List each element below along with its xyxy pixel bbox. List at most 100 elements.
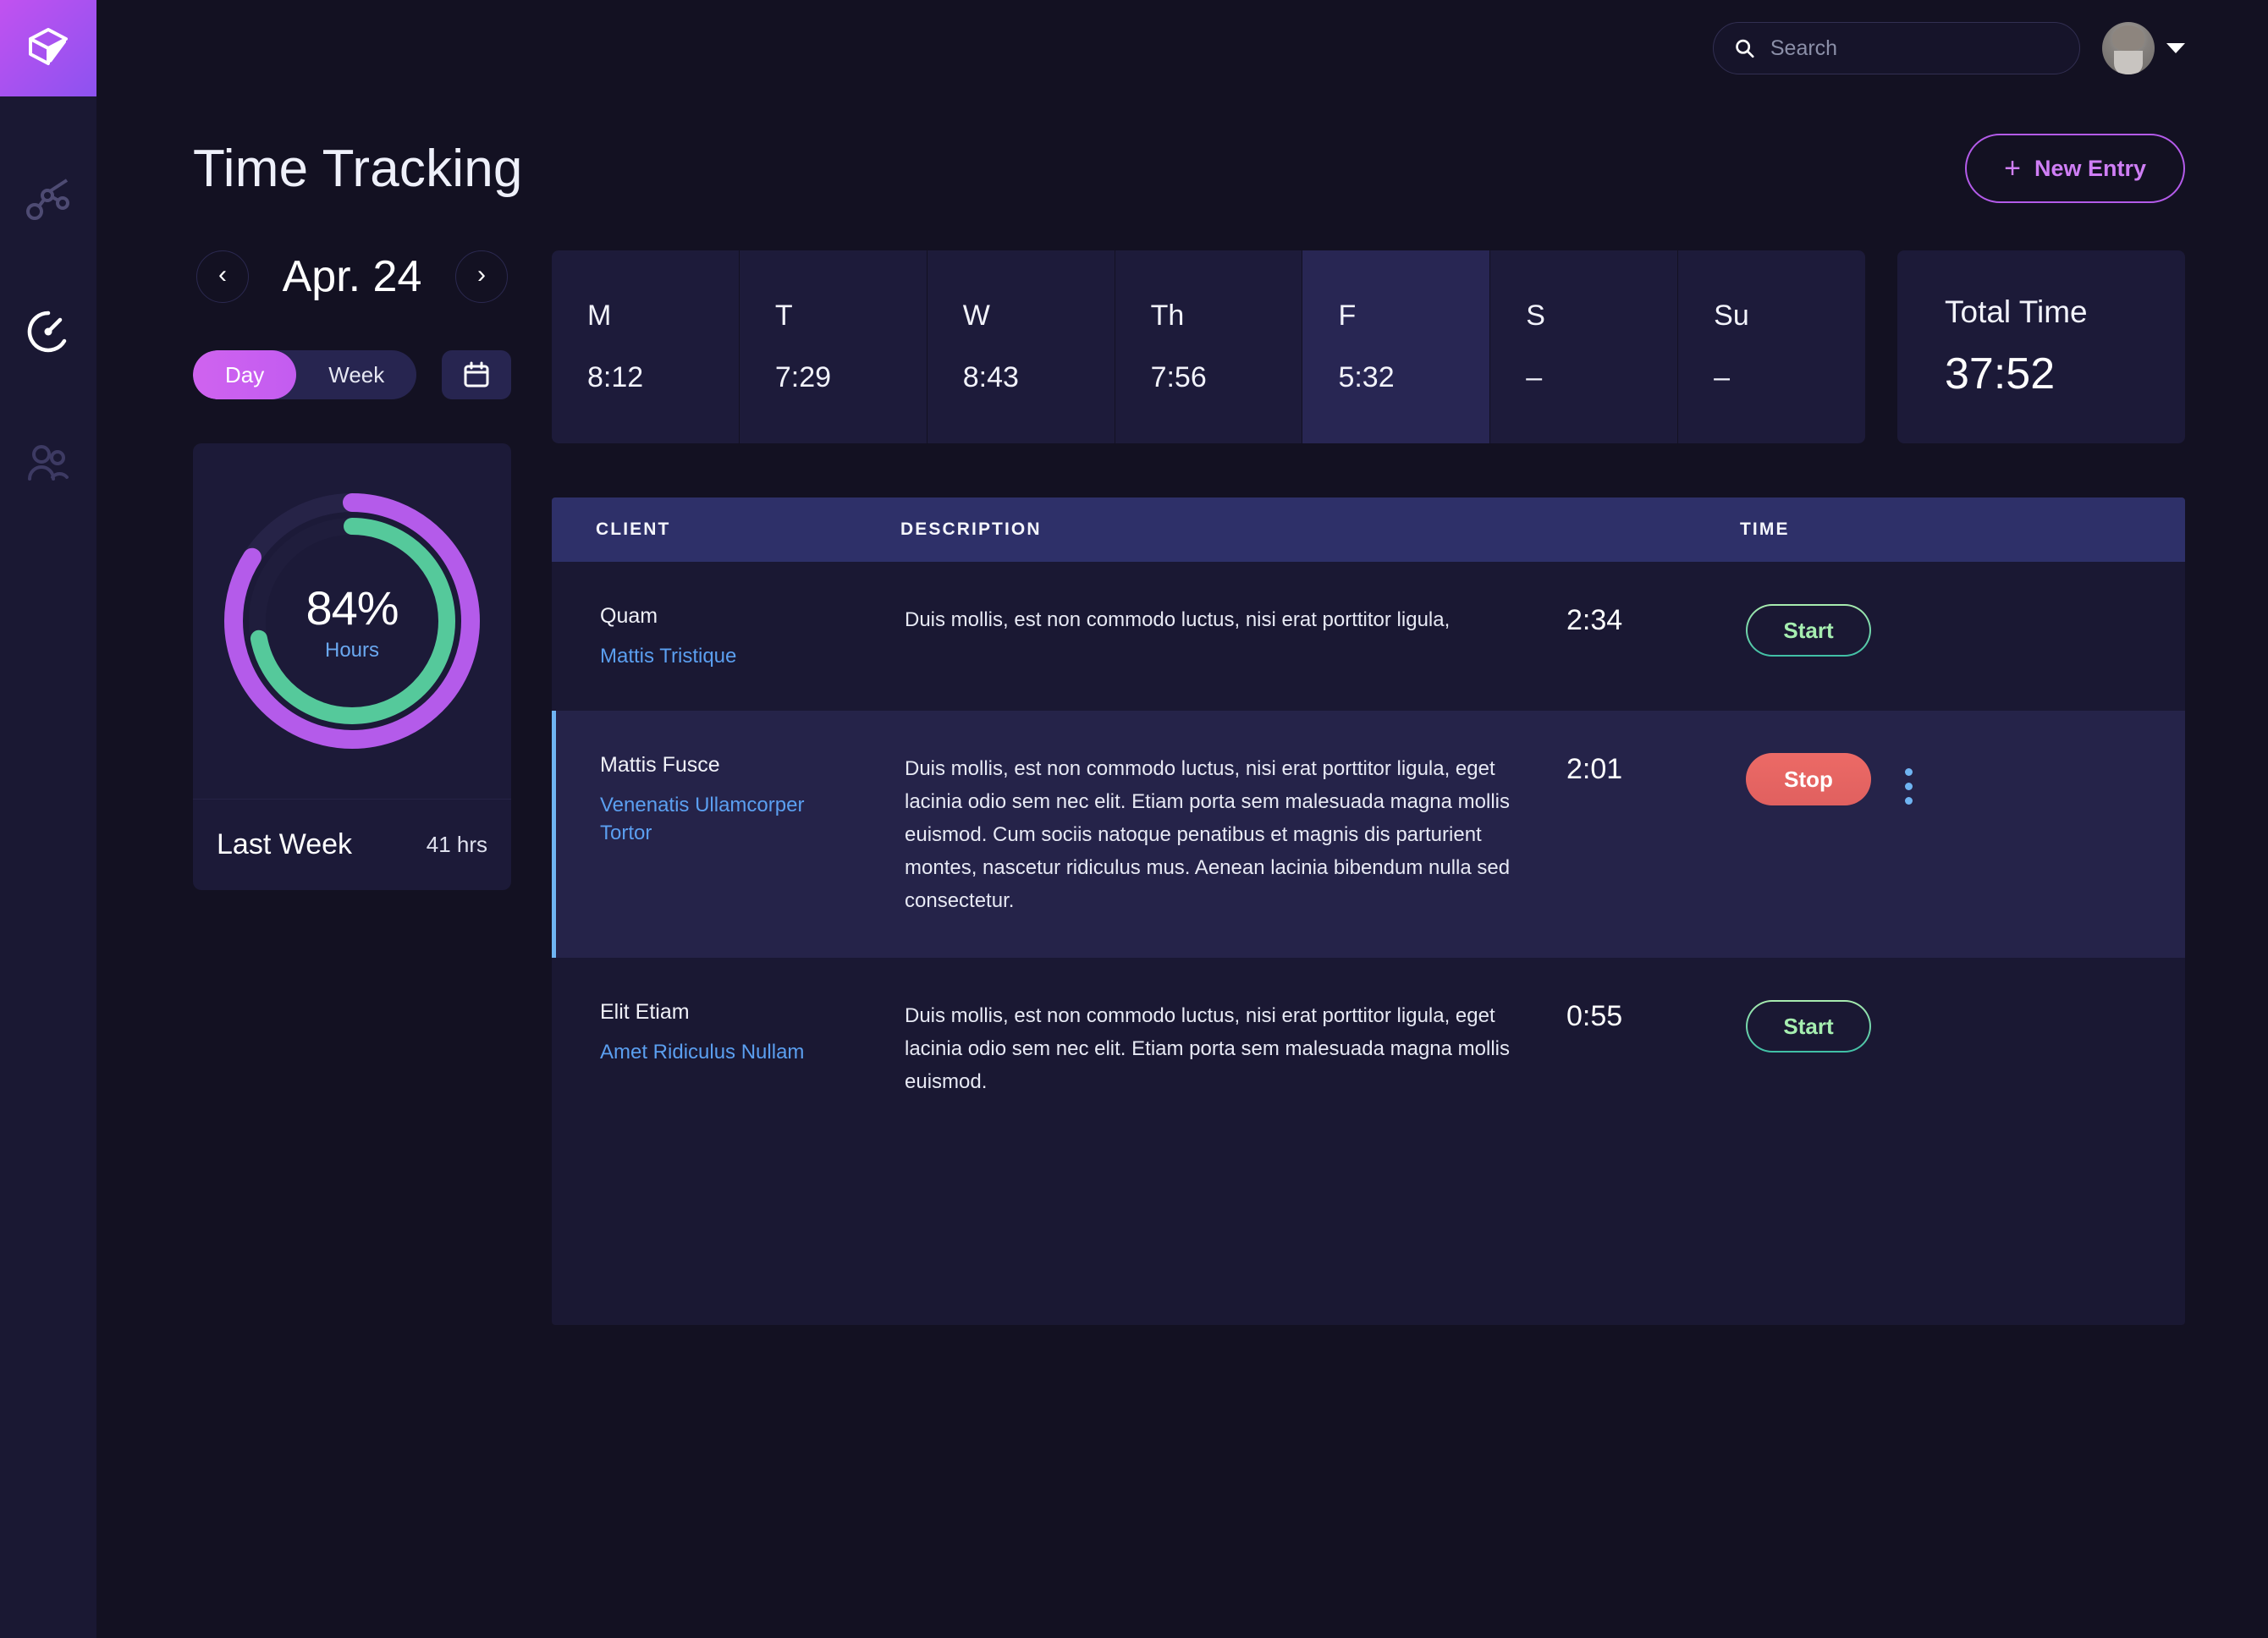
tab-day[interactable]: Day [193,350,297,399]
table-row[interactable]: Mattis Fusce Venenatis Ullamcorper Tortor… [552,711,2185,959]
weekday-cell[interactable]: F 5:32 [1302,250,1491,443]
new-entry-button[interactable]: + New Entry [1965,134,2185,203]
table-body: Quam Mattis Tristique Duis mollis, est non… [552,562,2185,1140]
cell-client: Quam Mattis Tristique [556,602,861,670]
weekday-name: Th [1150,300,1185,332]
cell-time: 2:01 [1566,753,1623,786]
weekday-cell[interactable]: W 8:43 [928,250,1115,443]
client-name: Quam [600,604,658,628]
cell-description: Duis mollis, est non commodo luctus, nis… [905,757,1511,912]
weekday-name: Su [1714,300,1749,332]
main-area: Time Tracking + New Entry ‹ Apr. 24 › Da… [96,0,2268,1638]
page-header: Time Tracking + New Entry [96,96,2268,203]
timer-gauge-icon [27,311,67,353]
last-week-label: Last Week [217,828,353,860]
weekday-name: M [587,300,612,332]
app-logo[interactable] [0,0,96,96]
table-row[interactable]: Elit Etiam Amet Ridiculus Nullam Duis moll… [552,958,2185,1140]
tab-week[interactable]: Week [296,350,416,399]
left-column: ‹ Apr. 24 › Day Week 84% Hours Last Week… [193,250,511,890]
view-toggle-row: Day Week [193,350,511,399]
cell-description: Duis mollis, est non commodo luctus, nis… [905,1004,1510,1094]
donut-rings [224,493,480,749]
search-field[interactable] [1713,22,2080,74]
action-wrap: Stop [1732,753,2012,806]
client-project-link[interactable]: Amet Ridiculus Nullam [600,1038,861,1066]
last-week-row: Last Week 41 hrs [193,799,511,890]
cell-client: Elit Etiam Amet Ridiculus Nullam [556,998,861,1066]
weekday-time: 8:12 [587,361,644,393]
client-name: Mattis Fusce [600,753,720,778]
weekday-time: – [1526,361,1543,393]
chevron-down-icon[interactable] [2166,43,2185,53]
page-title: Time Tracking [193,139,523,198]
table-row[interactable]: Quam Mattis Tristique Duis mollis, est non… [552,562,2185,711]
total-time-label: Total Time [1945,294,2088,329]
client-name: Elit Etiam [600,1000,690,1025]
weekday-time: 7:29 [774,361,832,393]
action-wrap: Start [1732,604,2012,657]
weekday-cell[interactable]: S – [1490,250,1679,443]
view-toggle[interactable]: Day Week [193,350,417,399]
week-summary-row: M 8:12 T 7:29 W 8:43 Th 7:56 F 5:32 S – Su – Total Ti… [552,250,2185,443]
weekday-name: S [1526,300,1545,332]
last-week-value: 41 hrs [426,832,487,857]
weekday-strip: M 8:12 T 7:29 W 8:43 Th 7:56 F 5:32 S – Su – [552,250,1865,443]
calendar-picker-button[interactable] [442,350,511,399]
right-column: M 8:12 T 7:29 W 8:43 Th 7:56 F 5:32 S – Su – Total Ti… [552,250,2185,1325]
current-date-label: Apr. 24 [282,252,422,301]
column-header-client: CLIENT [596,519,671,539]
weekday-name: F [1338,300,1357,332]
weekday-cell[interactable]: M 8:12 [552,250,740,443]
weekday-time: – [1714,361,1731,393]
plus-icon: + [2004,152,2021,184]
kebab-menu-icon[interactable] [1905,753,1913,805]
sidebar-item-time-tracking[interactable] [21,305,75,359]
user-menu[interactable] [2102,22,2185,74]
start-timer-button[interactable]: Start [1746,604,1871,657]
client-project-link[interactable]: Venenatis Ullamcorper Tortor [600,791,861,847]
start-timer-button[interactable]: Start [1746,1000,1871,1053]
sidebar-item-team[interactable] [21,437,75,491]
cell-time: 0:55 [1566,1000,1623,1033]
weekday-time: 5:32 [1338,361,1395,393]
client-project-link[interactable]: Mattis Tristique [600,642,861,670]
content-region: ‹ Apr. 24 › Day Week 84% Hours Last Week… [96,203,2268,1325]
new-entry-label: New Entry [2034,155,2146,181]
cell-actions: Start [1732,602,2012,657]
weekday-name: T [774,300,793,332]
search-icon [1736,39,1754,58]
stop-timer-button[interactable]: Stop [1746,753,1871,806]
search-input[interactable] [1770,36,2059,61]
app-root: Time Tracking + New Entry ‹ Apr. 24 › Da… [0,0,2268,1638]
total-time-card: Total Time 37:52 [1897,250,2185,443]
weekday-time: 7:56 [1150,361,1207,393]
analytics-graph-icon [26,179,69,220]
next-date-button[interactable]: › [454,250,508,303]
cell-client: Mattis Fusce Venenatis Ullamcorper Tortor [556,751,861,847]
hours-donut-card: 84% Hours Last Week 41 hrs [193,443,511,890]
weekday-name: W [962,300,990,332]
sidebar [0,0,96,1638]
sidebar-nav [21,173,75,491]
total-time-value: 37:52 [1945,349,2056,399]
cell-actions: Stop [1732,751,2012,806]
date-navigator: ‹ Apr. 24 › [193,250,511,303]
weekday-time: 8:43 [962,361,1019,393]
action-wrap: Start [1732,1000,2012,1053]
people-users-icon [28,445,69,481]
weekday-cell[interactable]: Th 7:56 [1115,250,1303,443]
column-header-time: TIME [1740,519,1790,539]
weekday-cell[interactable]: Su – [1678,250,1865,443]
sidebar-item-analytics[interactable] [21,173,75,227]
cube-logo-icon [29,28,68,65]
weekday-cell[interactable]: T 7:29 [740,250,928,443]
table-header: CLIENT DESCRIPTION TIME [552,497,2185,562]
cell-description: Duis mollis, est non commodo luctus, nis… [905,608,1451,631]
donut-chart: 84% Hours [193,443,511,799]
top-bar [96,0,2268,96]
avatar[interactable] [2102,22,2155,74]
calendar-icon [464,361,489,388]
cell-time: 2:34 [1566,604,1623,636]
prev-date-button[interactable]: ‹ [196,250,249,303]
